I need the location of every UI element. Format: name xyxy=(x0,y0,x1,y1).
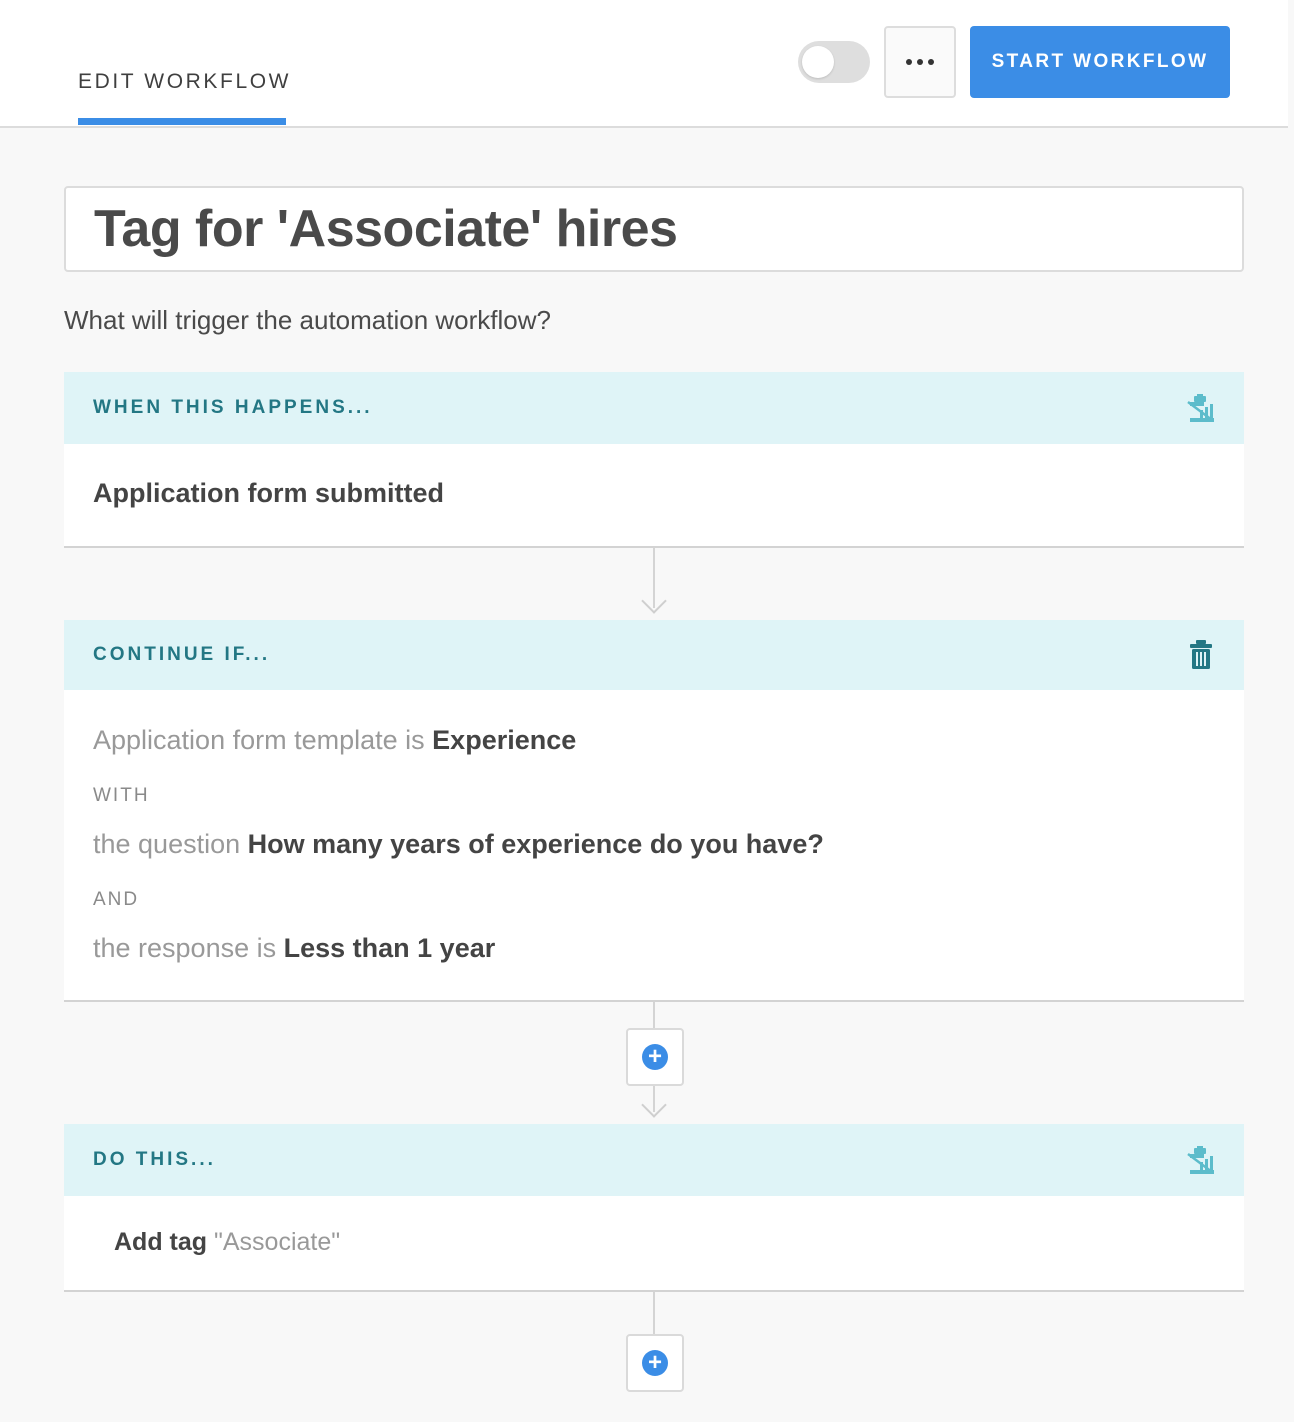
tab-edit-workflow[interactable]: EDIT WORKFLOW xyxy=(78,70,291,94)
and-label: AND xyxy=(93,889,140,910)
action-label: Add tag xyxy=(114,1228,208,1256)
action-value: "Associate" xyxy=(214,1228,341,1256)
connector-line xyxy=(653,1292,655,1336)
more-options-button[interactable] xyxy=(884,26,956,98)
trigger-section-header: WHEN THIS HAPPENS... xyxy=(64,372,1244,444)
workflow-title-input[interactable]: Tag for 'Associate' hires xyxy=(64,186,1244,272)
connector-line xyxy=(653,1002,655,1030)
action-section-header: DO THIS... xyxy=(64,1124,1244,1196)
start-workflow-button[interactable]: START WORKFLOW xyxy=(970,26,1230,98)
response-value: Less than 1 year xyxy=(283,933,496,963)
template-prefix: Application form template is xyxy=(93,725,425,755)
trigger-heading: WHEN THIS HAPPENS... xyxy=(93,397,373,418)
workflow-toggle[interactable] xyxy=(798,41,870,83)
action-heading: DO THIS... xyxy=(93,1149,216,1170)
add-step-button[interactable]: + xyxy=(626,1334,684,1392)
condition-response-line: the response is Less than 1 year xyxy=(93,933,495,964)
no-edit-icon[interactable] xyxy=(1186,1144,1216,1176)
condition-section-body[interactable]: Application form template is Experience … xyxy=(64,690,1244,1002)
trigger-prompt: What will trigger the automation workflo… xyxy=(64,305,551,335)
connector-arrow-icon xyxy=(641,1092,667,1118)
trash-icon[interactable] xyxy=(1186,639,1216,671)
top-header: EDIT WORKFLOW START WORKFLOW xyxy=(0,0,1288,128)
question-value: How many years of experience do you have… xyxy=(247,829,824,859)
plus-icon: + xyxy=(642,1350,668,1376)
trigger-value: Application form submitted xyxy=(93,478,444,508)
action-section-body[interactable]: Add tag "Associate" xyxy=(64,1196,1244,1292)
add-step-button[interactable]: + xyxy=(626,1028,684,1086)
condition-section-header: CONTINUE IF... xyxy=(64,620,1244,690)
condition-heading: CONTINUE IF... xyxy=(93,644,271,665)
response-prefix: the response is xyxy=(93,933,277,963)
more-dots-icon xyxy=(906,59,934,65)
active-tab-indicator xyxy=(78,118,286,125)
question-prefix: the question xyxy=(93,829,241,859)
toggle-knob xyxy=(802,46,834,78)
trigger-section-body[interactable]: Application form submitted xyxy=(64,444,1244,548)
no-edit-icon[interactable] xyxy=(1186,392,1216,424)
condition-template-line: Application form template is Experience xyxy=(93,725,576,756)
with-label: WITH xyxy=(93,785,150,806)
condition-question-line: the question How many years of experienc… xyxy=(93,829,824,860)
connector-arrow-icon xyxy=(641,588,667,614)
plus-icon: + xyxy=(642,1044,668,1070)
action-line: Add tag "Associate" xyxy=(114,1228,340,1257)
template-value: Experience xyxy=(432,725,577,755)
